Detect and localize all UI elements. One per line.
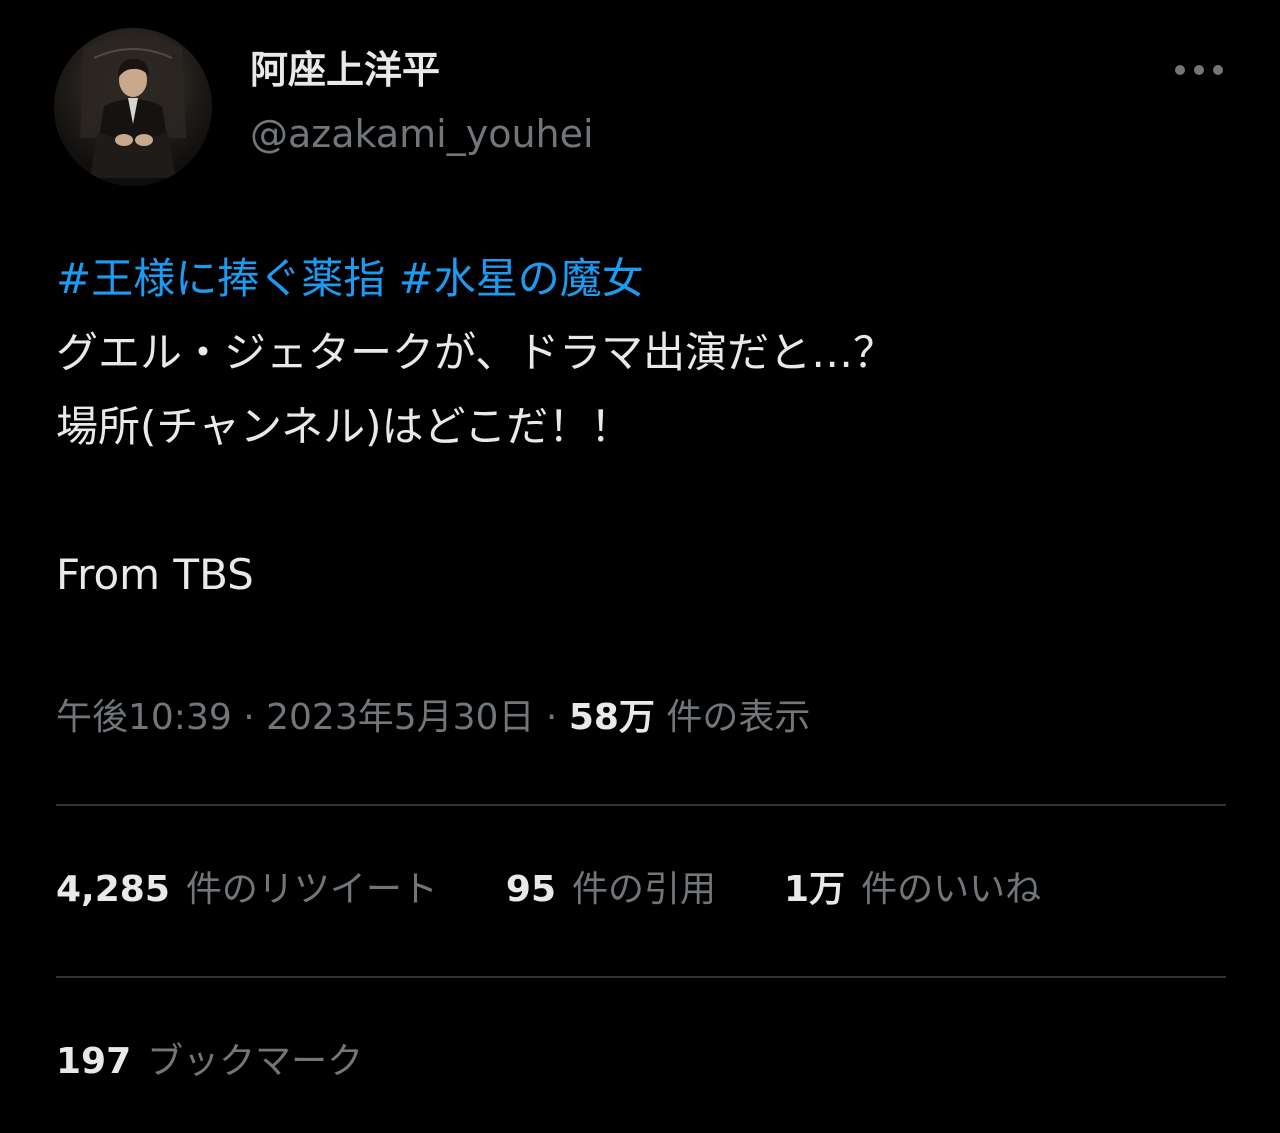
tweet-line: グエル・ジェタークが、ドラマ出演だと…？ xyxy=(56,328,896,377)
retweets-label: 件のリツイート xyxy=(185,869,438,910)
hashtag-link[interactable]: #王様に捧ぐ薬指 xyxy=(56,254,385,303)
tweet-line: 場所(チャンネル)はどこだ！！ xyxy=(56,402,633,451)
divider xyxy=(56,976,1226,978)
likes-stat[interactable]: 1万 件のいいね xyxy=(784,862,1041,918)
tweet-time[interactable]: 午後10:39 xyxy=(56,697,232,738)
meta-separator: · xyxy=(545,697,558,738)
views-count[interactable]: 58万 xyxy=(569,697,655,738)
likes-count: 1万 xyxy=(784,869,846,910)
tweet-date[interactable]: 2023年5月30日 xyxy=(266,697,534,738)
tweet-meta: 午後10:39 · 2023年5月30日 · 58万 件の表示 xyxy=(56,690,810,746)
avatar-image xyxy=(54,28,212,186)
tweet-line: From TBS xyxy=(56,550,254,599)
quotes-stat[interactable]: 95 件の引用 xyxy=(506,862,716,918)
likes-label: 件のいいね xyxy=(861,869,1042,910)
hashtag-link[interactable]: #水星の魔女 xyxy=(399,254,644,303)
author-display-name[interactable]: 阿座上洋平 xyxy=(250,46,440,94)
quotes-label: 件の引用 xyxy=(572,869,717,910)
more-horizontal-icon xyxy=(1175,65,1223,75)
bookmarks-count: 197 xyxy=(56,1041,132,1082)
views-label: 件の表示 xyxy=(666,697,811,738)
bookmarks-label: ブックマーク xyxy=(147,1041,364,1082)
quotes-count: 95 xyxy=(505,869,556,910)
hashtag-line: #王様に捧ぐ薬指 #水星の魔女 xyxy=(56,242,1226,316)
bookmarks-stat[interactable]: 197 ブックマーク xyxy=(56,1034,363,1090)
more-options-button[interactable] xyxy=(1166,52,1232,88)
divider xyxy=(56,804,1226,806)
retweets-count: 4,285 xyxy=(56,869,170,910)
avatar[interactable] xyxy=(54,28,212,186)
author-handle[interactable]: @azakami_youhei xyxy=(250,110,594,158)
tweet-text: #王様に捧ぐ薬指 #水星の魔女 グエル・ジェタークが、ドラマ出演だと…？ 場所(… xyxy=(56,242,1226,612)
meta-separator: · xyxy=(243,697,255,738)
engagement-stats: 4,285 件のリツイート 95 件の引用 1万 件のいいね xyxy=(56,862,1041,918)
retweets-stat[interactable]: 4,285 件のリツイート xyxy=(56,862,438,918)
